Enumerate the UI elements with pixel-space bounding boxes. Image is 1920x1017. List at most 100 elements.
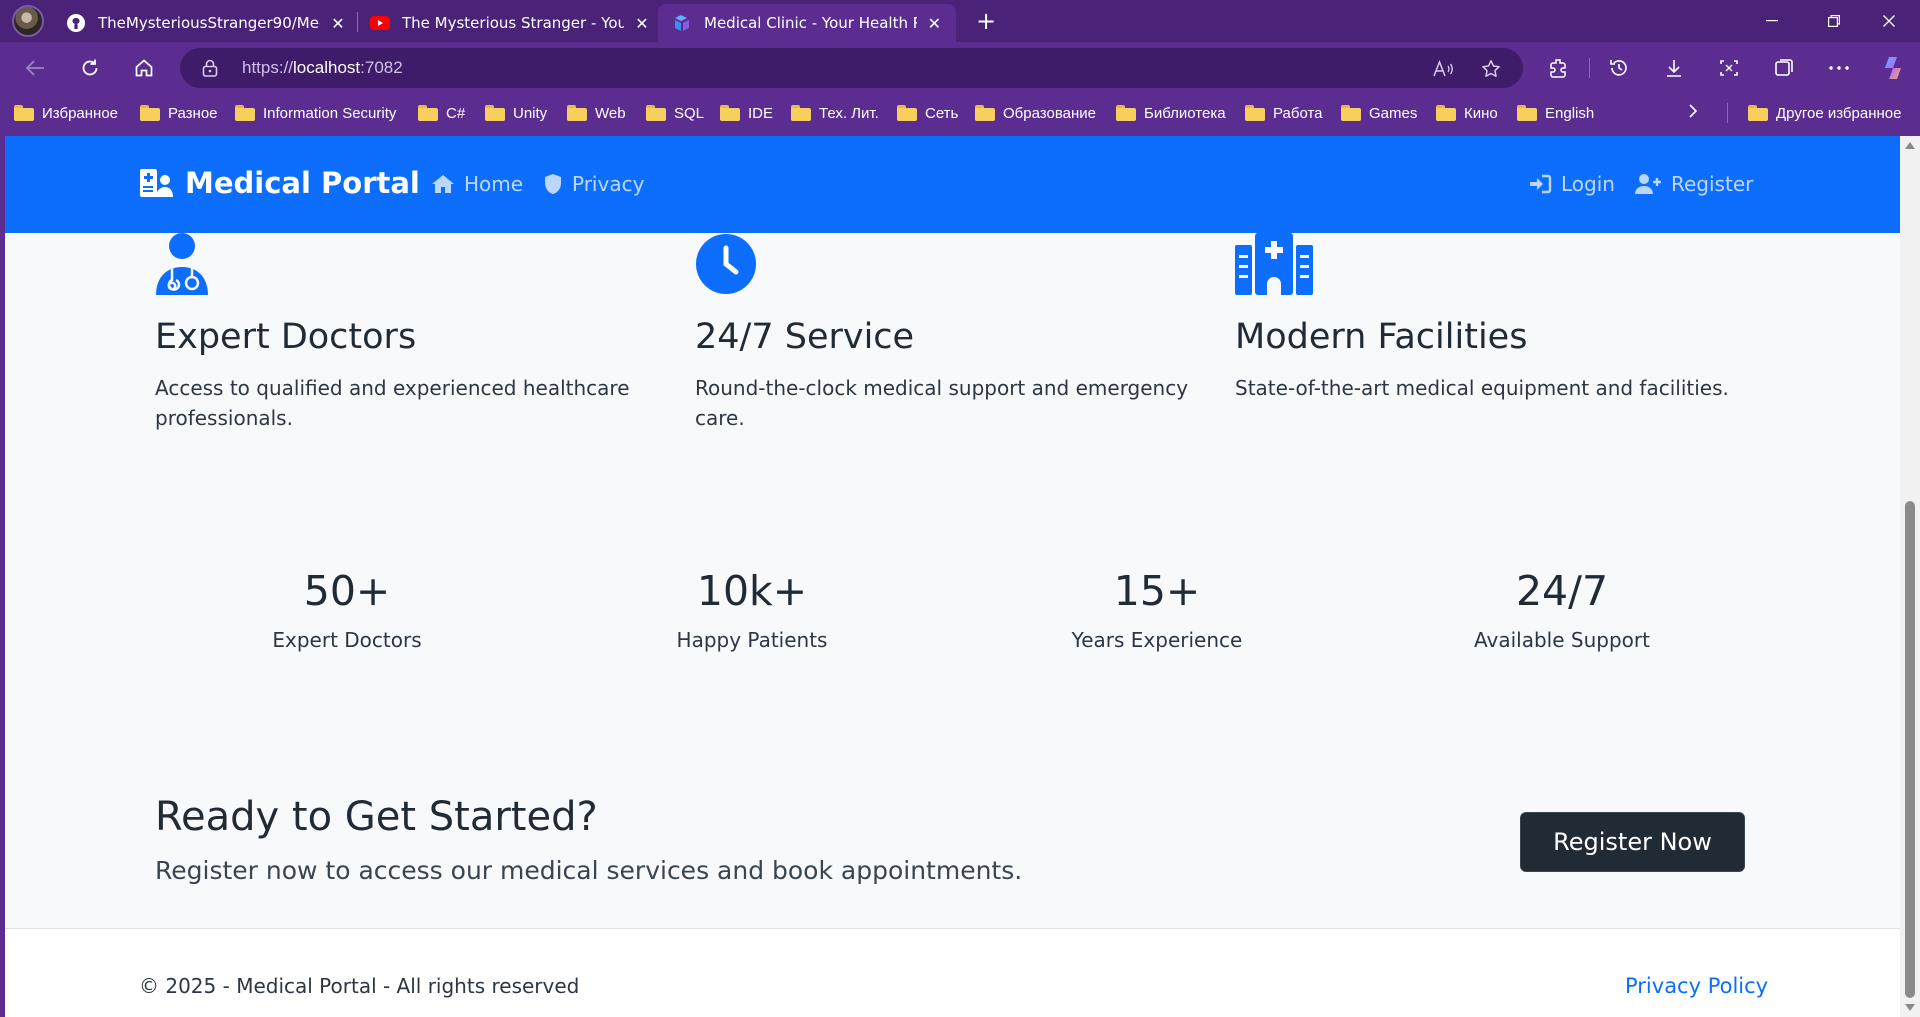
tab-title: The Mysterious Stranger - YouTub — [402, 14, 624, 32]
bookmark-folder[interactable]: C# — [418, 102, 465, 124]
chevron-right-icon[interactable] — [1688, 103, 1698, 124]
folder-icon — [975, 105, 995, 121]
brand-link[interactable]: Medical Portal — [139, 166, 420, 200]
bookmark-folder[interactable]: IDE — [720, 102, 773, 124]
favorite-star-icon[interactable] — [1480, 58, 1502, 80]
shield-icon — [545, 174, 561, 194]
stat-available-support: 24/7 Available Support — [1412, 564, 1712, 652]
brand-name: Medical Portal — [185, 166, 420, 200]
nav-register-label: Register — [1671, 172, 1754, 196]
address-bar[interactable]: https://localhost:7082 — [180, 48, 1523, 88]
extensions-icon[interactable] — [1545, 54, 1573, 82]
bookmark-folder[interactable]: Библиотека — [1116, 102, 1226, 124]
doctor-icon — [155, 233, 665, 295]
bookmark-folder[interactable]: Information Security — [235, 102, 396, 124]
copilot-icon[interactable] — [1879, 54, 1907, 82]
footer-copyright: © 2025 - Medical Portal - All rights res… — [139, 974, 580, 998]
url-text[interactable]: https://localhost:7082 — [242, 58, 403, 78]
bookmark-folder[interactable]: SQL — [646, 102, 704, 124]
footer-privacy-link[interactable]: Privacy Policy — [1625, 974, 1768, 998]
site-footer: © 2025 - Medical Portal - All rights res… — [5, 928, 1900, 1017]
app-icon — [672, 13, 692, 33]
refresh-button[interactable] — [74, 52, 106, 84]
bookmark-folder[interactable]: English — [1517, 102, 1594, 124]
home-icon — [135, 59, 153, 77]
feature-card-service: 24/7 Service Round-the-clock medical sup… — [695, 233, 1205, 433]
other-bookmarks-folder[interactable]: Другое избранное — [1748, 102, 1901, 124]
folder-icon — [418, 105, 438, 121]
stat-value: 15+ — [1113, 567, 1201, 615]
browser-tab-youtube[interactable]: The Mysterious Stranger - YouTub ✕ — [356, 4, 664, 42]
nav-login-label: Login — [1561, 172, 1615, 196]
folder-icon — [485, 105, 505, 121]
folder-icon — [235, 105, 255, 121]
register-now-button[interactable]: Register Now — [1520, 812, 1745, 872]
back-arrow-icon — [25, 60, 44, 76]
youtube-icon — [370, 13, 390, 33]
browser-tab-github[interactable]: TheMysteriousStranger90/Medica ✕ — [52, 4, 360, 42]
feature-card-facilities: Modern Facilities State-of-the-art medic… — [1235, 233, 1745, 403]
folder-icon — [1748, 105, 1768, 121]
bookmark-folder[interactable]: Web — [567, 102, 626, 124]
stat-value: 24/7 — [1515, 567, 1609, 615]
profile-avatar[interactable] — [12, 5, 44, 37]
home-icon — [432, 175, 454, 193]
browser-tab-medical-clinic[interactable]: Medical Clinic - Your Health Partn ✕ — [658, 4, 956, 42]
browser-toolbar: https://localhost:7082 — [0, 42, 1920, 94]
bookmark-folder[interactable]: Games — [1341, 102, 1417, 124]
minimize-button[interactable] — [1741, 0, 1803, 42]
user-plus-icon — [1635, 174, 1661, 194]
bookmarks-bar: Избранное Разное Information Security C#… — [0, 94, 1920, 130]
tab-title: TheMysteriousStranger90/Medica — [98, 14, 320, 32]
tab-title: Medical Clinic - Your Health Partn — [704, 14, 917, 32]
nav-login[interactable]: Login — [1528, 172, 1615, 196]
feature-title: Expert Doctors — [155, 317, 417, 357]
site-navbar: Medical Portal Home Privacy Login Regist… — [5, 136, 1900, 233]
nav-home[interactable]: Home — [431, 172, 523, 196]
screenshot-icon[interactable] — [1715, 54, 1743, 82]
scroll-down-arrow-icon[interactable] — [1905, 1004, 1915, 1011]
new-tab-button[interactable]: + — [970, 6, 1002, 38]
login-icon — [1530, 174, 1552, 194]
back-button[interactable] — [19, 52, 51, 84]
scrollbar-thumb[interactable] — [1905, 501, 1915, 998]
bookmark-folder[interactable]: Сеть — [897, 102, 958, 124]
close-tab-icon[interactable]: ✕ — [634, 14, 650, 33]
scroll-up-arrow-icon[interactable] — [1905, 142, 1915, 149]
stat-label: Happy Patients — [676, 628, 828, 652]
lock-icon[interactable] — [202, 59, 218, 81]
folder-icon — [1436, 105, 1456, 121]
folder-icon — [1517, 105, 1537, 121]
stat-value: 50+ — [303, 567, 391, 615]
bookmark-folder[interactable]: Кино — [1436, 102, 1498, 124]
nav-register[interactable]: Register — [1634, 172, 1753, 196]
feature-text: Round-the-clock medical support and emer… — [695, 376, 1189, 430]
bookmark-folder[interactable]: Работа — [1245, 102, 1323, 124]
bookmark-folder[interactable]: Unity — [485, 102, 547, 124]
restore-button[interactable] — [1803, 0, 1865, 42]
bookmark-folder[interactable]: Разное — [140, 102, 218, 124]
close-tab-icon[interactable]: ✕ — [927, 14, 942, 33]
history-icon[interactable] — [1605, 54, 1633, 82]
more-options-icon[interactable] — [1825, 54, 1853, 82]
feature-title: 24/7 Service — [695, 317, 915, 357]
folder-icon — [567, 105, 587, 121]
close-window-button[interactable] — [1858, 0, 1920, 42]
feature-text: State-of-the-art medical equipment and f… — [1235, 376, 1729, 400]
cta-title: Ready to Get Started? — [155, 794, 598, 840]
bookmarks-divider — [1727, 103, 1728, 123]
browser-tab-bar: TheMysteriousStranger90/Medica ✕ The Mys… — [0, 0, 1920, 42]
collections-icon[interactable] — [1770, 54, 1798, 82]
bookmark-folder[interactable]: Тех. Лит. — [791, 102, 879, 124]
toolbar-divider — [1589, 58, 1590, 78]
folder-icon — [1245, 105, 1265, 121]
read-aloud-icon[interactable] — [1432, 58, 1454, 80]
downloads-icon[interactable] — [1660, 54, 1688, 82]
nav-privacy[interactable]: Privacy — [543, 172, 644, 196]
bookmark-folder[interactable]: Образование — [975, 102, 1096, 124]
page-scrollbar[interactable] — [1900, 136, 1920, 1017]
close-tab-icon[interactable]: ✕ — [330, 14, 346, 33]
stat-expert-doctors: 50+ Expert Doctors — [197, 564, 497, 652]
bookmark-folder[interactable]: Избранное — [14, 102, 118, 124]
home-button[interactable] — [128, 52, 160, 84]
